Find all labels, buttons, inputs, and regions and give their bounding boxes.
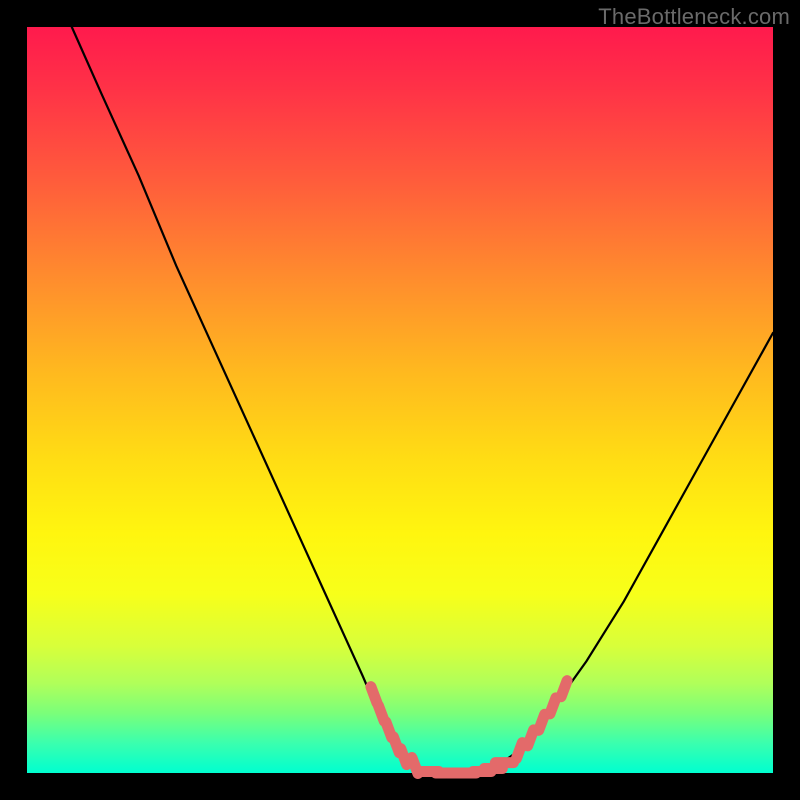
highlight-dot (539, 714, 545, 730)
highlight-dot (550, 698, 556, 714)
bottleneck-curve (72, 27, 773, 773)
highlight-dot (516, 743, 522, 759)
chart-container: TheBottleneck.com (0, 0, 800, 800)
highlight-dot (371, 687, 377, 703)
chart-svg (27, 27, 773, 773)
watermark-text: TheBottleneck.com (598, 4, 790, 30)
highlight-dot (401, 749, 407, 765)
highlight-dot (561, 681, 567, 697)
highlight-dots (371, 681, 567, 774)
highlight-dot (528, 730, 534, 746)
